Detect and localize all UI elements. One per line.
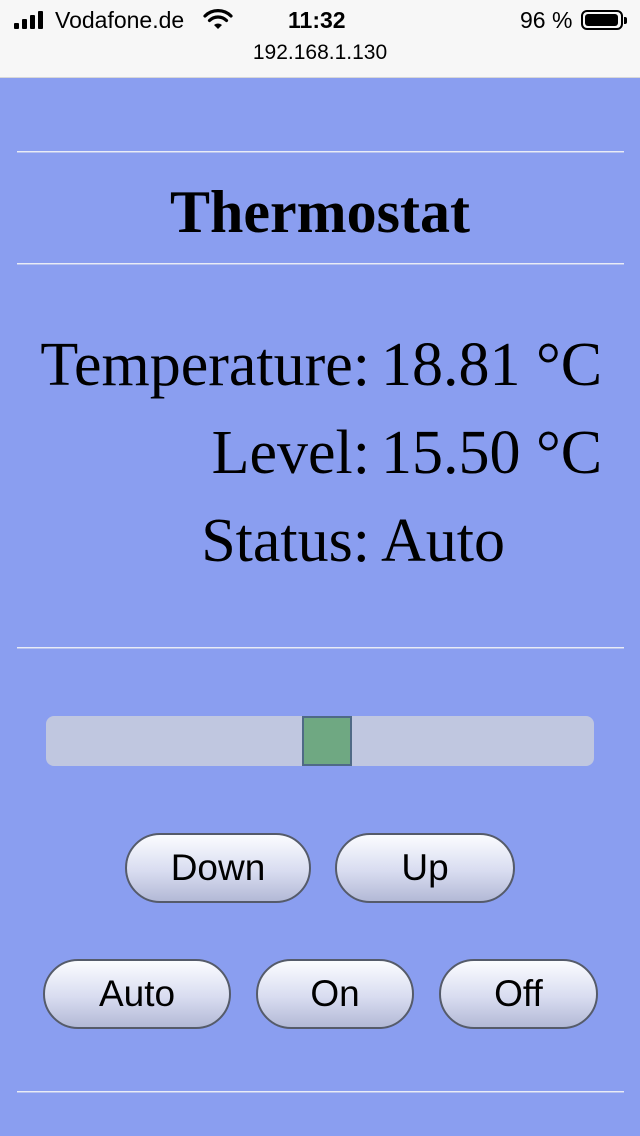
- battery-percent: 96 %: [520, 7, 573, 33]
- temperature-value: 18.81 °C: [381, 331, 603, 399]
- off-button[interactable]: Off: [439, 959, 598, 1029]
- down-button[interactable]: Down: [125, 833, 311, 903]
- status-bar: Vodafone.de 11:32 96 % 192.168.1.130: [0, 0, 640, 78]
- status-row: Status: Auto: [0, 506, 640, 586]
- level-row: Level: 15.50 °C: [0, 418, 640, 498]
- level-slider[interactable]: [46, 716, 594, 766]
- carrier-name: Vodafone.de: [55, 7, 185, 33]
- battery-icon: [581, 10, 627, 30]
- wifi-icon: [203, 9, 233, 29]
- temperature-row: Temperature: 18.81 °C: [0, 330, 640, 410]
- signal-icon: [14, 11, 43, 29]
- status-label: Status:: [201, 507, 370, 575]
- clock: 11:32: [288, 7, 346, 33]
- auto-button[interactable]: Auto: [43, 959, 231, 1029]
- divider: [17, 263, 624, 265]
- divider: [17, 1091, 624, 1093]
- on-button[interactable]: On: [256, 959, 414, 1029]
- page-title: Thermostat: [170, 179, 470, 245]
- address-url[interactable]: 192.168.1.130: [0, 41, 640, 65]
- level-value: 15.50 °C: [381, 419, 603, 487]
- up-button[interactable]: Up: [335, 833, 515, 903]
- divider: [17, 151, 624, 153]
- temperature-label: Temperature:: [40, 331, 370, 399]
- divider: [17, 647, 624, 649]
- level-label: Level:: [211, 419, 370, 487]
- status-value: Auto: [381, 507, 505, 575]
- slider-thumb[interactable]: [302, 716, 352, 766]
